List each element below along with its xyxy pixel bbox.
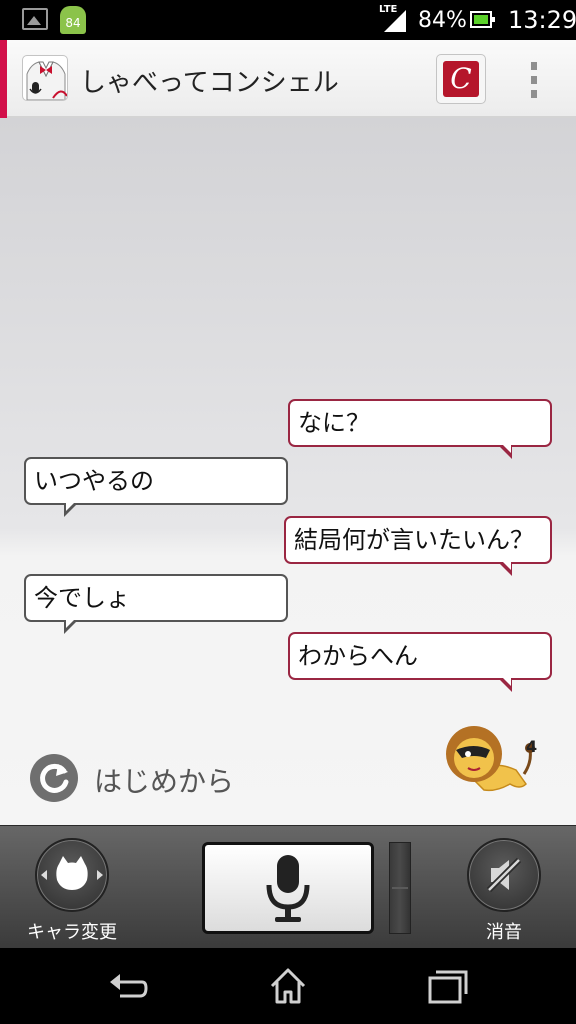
svg-text:4: 4: [526, 737, 537, 756]
navigation-bar: [0, 948, 576, 1024]
user-message: いつやるの: [24, 457, 288, 517]
app-title: しゃべってコンシェル: [80, 68, 339, 98]
mute-button[interactable]: [467, 838, 541, 912]
concierge-c-button[interactable]: C: [436, 54, 486, 104]
back-icon[interactable]: [106, 964, 150, 1008]
app-logo-icon[interactable]: [22, 55, 68, 101]
concierge-message: なに？: [288, 399, 552, 459]
message-text: わからへん: [298, 642, 418, 670]
message-text: なに？: [298, 409, 370, 437]
restart-label: はじめから: [94, 765, 235, 798]
audio-level-meter: [389, 842, 411, 934]
user-message: 今でしょ: [24, 574, 288, 634]
home-icon[interactable]: [266, 964, 310, 1008]
message-text: 今でしょ: [34, 584, 130, 612]
voice-controls: キャラ変更 消音: [0, 825, 576, 948]
microphone-icon: [266, 855, 310, 922]
accent-bar: [0, 40, 7, 118]
butler-icon: [26, 61, 67, 100]
notification-count: 84: [65, 16, 81, 30]
refresh-icon: [30, 754, 78, 802]
bubble-tail: [64, 618, 78, 634]
lion-character-icon: 4: [446, 726, 537, 792]
concierge-message: わからへん: [288, 632, 552, 692]
message-text: 結局何が言いたいん？: [294, 526, 534, 554]
bubble-tail: [498, 560, 512, 576]
concierge-message: 結局何が言いたいん？: [284, 516, 552, 576]
character-change-button[interactable]: [35, 838, 109, 912]
message-text: いつやるの: [34, 467, 154, 495]
c-logo-icon: C: [443, 61, 479, 97]
battery-icon: [470, 11, 495, 28]
status-bar: 84 LTE 84% 13:29: [0, 0, 576, 40]
mute-label: 消音: [486, 922, 522, 943]
app-bar: しゃべってコンシェル C: [0, 40, 576, 118]
overflow-menu-icon[interactable]: [526, 60, 542, 100]
microphone-button[interactable]: [202, 842, 374, 934]
signal-icon: [384, 10, 406, 32]
recent-apps-icon[interactable]: [426, 964, 470, 1008]
chat-area: なに？ いつやるの 結局何が言いたいん？ 今でしょ わからへん はじめから 4: [0, 118, 576, 825]
bubble-tail: [498, 676, 512, 692]
speaker-mute-icon: [486, 857, 522, 893]
cat-face-icon: [41, 856, 103, 890]
bubble-tail: [64, 501, 78, 517]
battery-percent: 84%: [418, 8, 467, 33]
character-change-label: キャラ変更: [27, 922, 117, 943]
bubble-tail: [498, 443, 512, 459]
gallery-icon: [22, 8, 48, 30]
clock: 13:29: [508, 6, 576, 34]
android-icon: 84: [60, 6, 86, 34]
